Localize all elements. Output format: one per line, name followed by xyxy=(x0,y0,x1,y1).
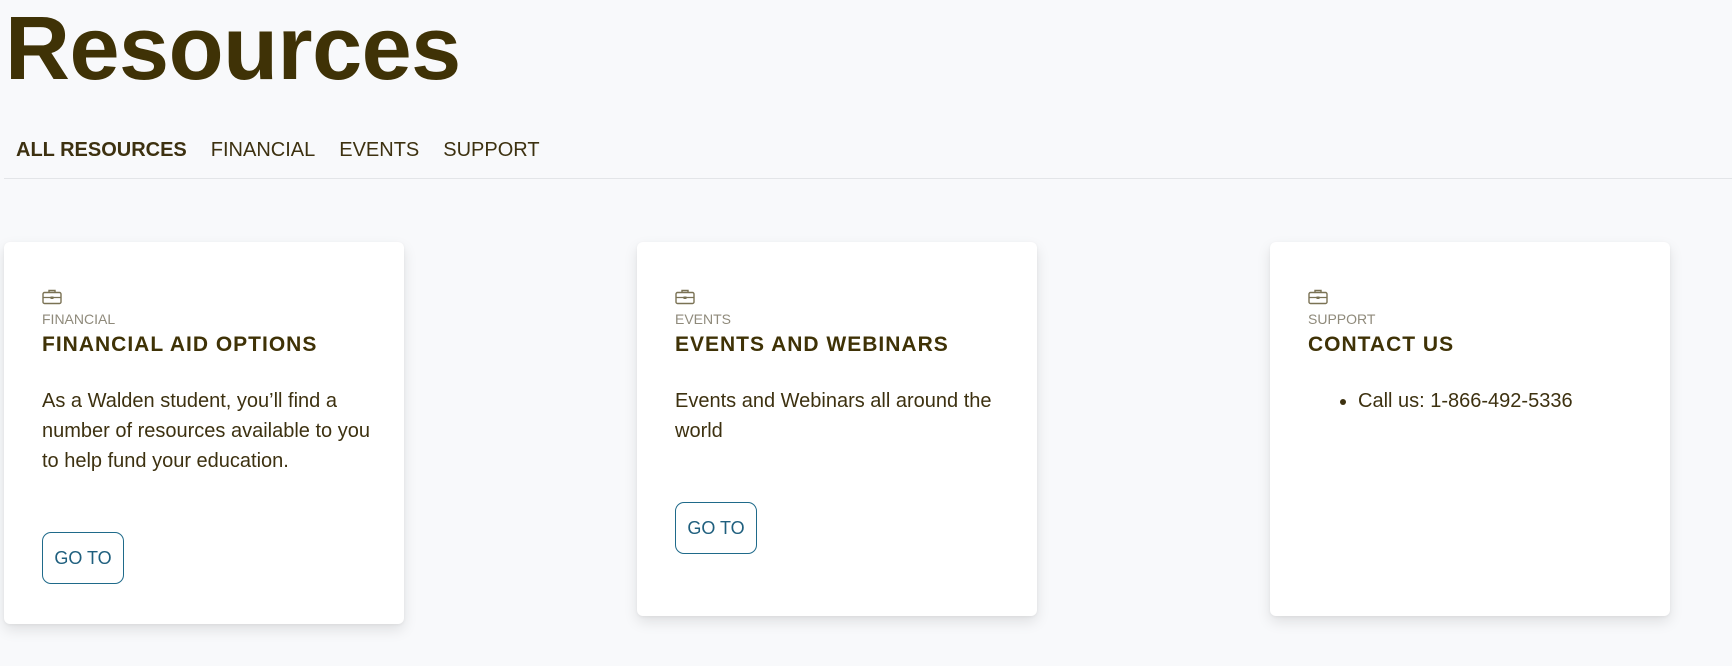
contact-list: Call us: 1-866-492-5336 xyxy=(1308,386,1573,416)
card-title: CONTACT US xyxy=(1308,333,1455,356)
page-title: Resources xyxy=(5,0,461,99)
card-category: FINANCIAL xyxy=(42,311,116,327)
resource-filter-tabs: ALL RESOURCES FINANCIAL EVENTS SUPPORT xyxy=(4,130,1732,179)
card-category: EVENTS xyxy=(675,311,732,327)
resource-card-events: EVENTS EVENTS AND WEBINARS Events and We… xyxy=(637,242,1037,616)
card-description: Events and Webinars all around the world xyxy=(675,390,992,442)
briefcase-icon xyxy=(1308,289,1328,305)
card-description: As a Walden student, you’ll find a numbe… xyxy=(42,390,370,472)
tab-financial[interactable]: FINANCIAL xyxy=(199,130,327,169)
resource-card-financial: FINANCIAL FINANCIAL AID OPTIONS As a Wal… xyxy=(4,242,404,624)
card-category: SUPPORT xyxy=(1308,311,1376,327)
briefcase-icon xyxy=(42,289,62,305)
tab-events[interactable]: EVENTS xyxy=(327,130,431,169)
tab-support[interactable]: SUPPORT xyxy=(431,130,551,169)
resource-card-support: SUPPORT CONTACT US Call us: 1-866-492-53… xyxy=(1270,242,1670,616)
go-to-button[interactable]: GO TO xyxy=(42,532,124,584)
briefcase-icon xyxy=(675,289,695,305)
card-title: EVENTS AND WEBINARS xyxy=(675,333,949,356)
go-to-button[interactable]: GO TO xyxy=(675,502,757,554)
contact-phone-item: Call us: 1-866-492-5336 xyxy=(1358,386,1573,416)
tab-all-resources[interactable]: ALL RESOURCES xyxy=(4,130,199,169)
card-title: FINANCIAL AID OPTIONS xyxy=(42,333,318,356)
